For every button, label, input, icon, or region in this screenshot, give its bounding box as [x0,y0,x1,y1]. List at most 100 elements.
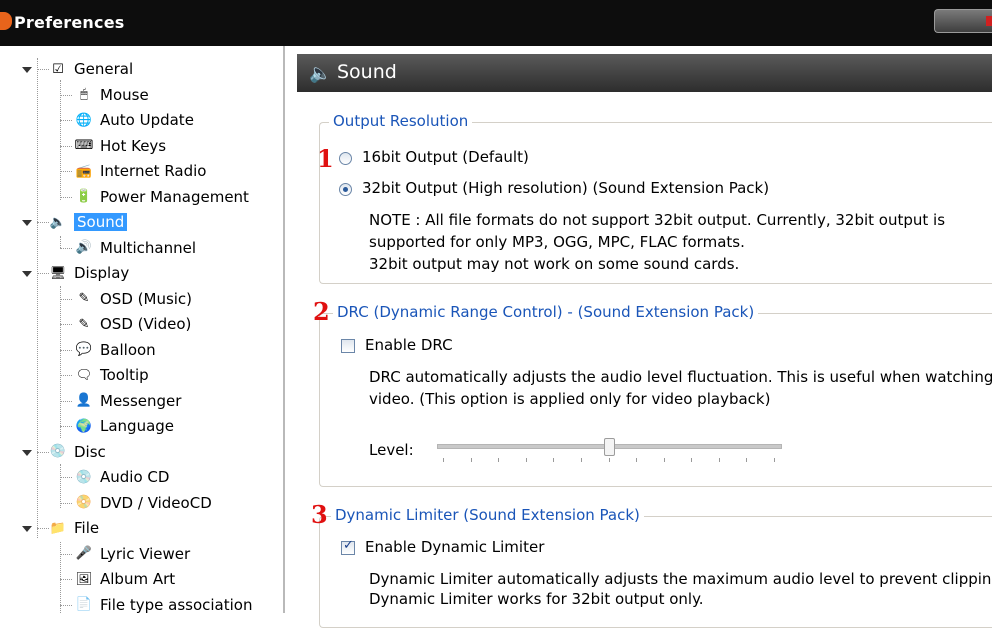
drc-level-label: Level: [369,441,414,459]
output-resolution-legend: Output Resolution [329,112,473,130]
messenger-icon: 👤 [75,393,93,408]
drc-description-1: DRC automatically adjusts the audio leve… [369,368,992,386]
tree-item-display[interactable]: 🖥 Display [48,262,130,284]
tree-item-power-management[interactable]: 🔋 Power Management [74,186,249,208]
title-bar: Preferences [0,0,992,46]
slider-tick [470,458,472,462]
drc-legend: DRC (Dynamic Range Control) - (Sound Ext… [333,303,759,321]
tree-connector [60,247,72,249]
tree-expander-icon[interactable] [22,220,32,226]
tree-item-file[interactable]: 📁 File [48,517,99,539]
tree-item-sound[interactable]: 🔈 Sound [48,211,128,233]
tree-item-internet-radio[interactable]: 📻 Internet Radio [74,160,207,182]
tree-item-label: Internet Radio [100,162,207,180]
radio-icon: 📻 [75,163,93,179]
tree-item-lyric-viewer[interactable]: 🎤 Lyric Viewer [74,543,190,565]
enable-dynamic-limiter-checkbox[interactable] [341,538,355,555]
tree-item-balloon[interactable]: 💬 Balloon [74,339,156,361]
tree-expander-icon[interactable] [22,67,32,73]
note-line-2: supported for only MP3, OGG, MPC, FLAC f… [369,233,745,251]
tree-connector [60,324,72,325]
tree-item-auto-update[interactable]: 🌐 Auto Update [74,109,194,131]
slider-tick [498,458,500,462]
enable-drc-label[interactable]: Enable DRC [365,336,453,354]
output-16bit-radio[interactable] [339,152,352,165]
mouse-icon: 🖱 [80,87,88,102]
tree-item-label: Tooltip [100,366,149,384]
slider-tick [691,458,693,462]
tree-connector [37,58,38,538]
slider-tick [608,458,610,462]
cd-icon: 💿 [75,469,93,485]
osd-icon: ✎ [78,291,90,306]
slider-tick [746,458,748,462]
tree-item-disc[interactable]: 💿 Disc [48,441,106,463]
lyric-icon: 🎤 [75,546,93,561]
tree-item-multichannel[interactable]: 🔊 Multichannel [74,237,196,259]
output-32bit-radio[interactable] [339,183,352,196]
tree-connector [60,502,72,504]
preferences-tree: ☑ General 🖱 Mouse 🌐 Auto Update ⌨ Hot Keys 📻 Inte… [0,46,285,616]
tree-item-general[interactable]: ☑ General [48,58,133,80]
enable-drc-checkbox[interactable] [341,339,355,353]
tree-item-messenger[interactable]: 👤 Messenger [74,390,182,412]
tree-item-mouse[interactable]: 🖱 Mouse [74,84,149,106]
note-line-3: 32bit output may not work on some sound … [369,255,740,273]
tree-connector [60,400,72,402]
marker-2: 2 [313,297,330,326]
tree-connector [60,477,72,478]
tree-item-audio-cd[interactable]: 💿 Audio CD [74,466,170,488]
tree-connector [60,604,72,606]
tree-connector [60,464,61,508]
tooltip-icon: 🗨 [75,367,93,383]
speaker-icon: 🔈 [309,63,332,84]
tree-item-label: Disc [74,442,106,461]
tree-item-album-art[interactable]: 🖼 Album Art [74,568,175,590]
speaker-icon: 🔈 [49,214,67,230]
enable-dynamic-limiter-label[interactable]: Enable Dynamic Limiter [365,538,544,556]
app-logo-icon [0,12,12,30]
dynamic-limiter-legend: Dynamic Limiter (Sound Extension Pack) [331,506,644,524]
tree-item-label: File [74,519,100,537]
tree-item-dvd-videocd[interactable]: 📀 DVD / VideoCD [74,492,212,514]
tree-item-label: OSD (Music) [100,289,193,308]
tree-connector [60,298,72,300]
close-button[interactable] [934,9,992,33]
tree-item-hot-keys[interactable]: ⌨ Hot Keys [74,135,167,157]
file-icon: 📁 [49,520,67,536]
output-32bit-label[interactable]: 32bit Output (High resolution) (Sound Ex… [362,179,769,197]
slider-tick [525,458,527,462]
tree-item-label: Balloon [100,340,156,359]
output-16bit-label[interactable]: 16bit Output (Default) [362,148,529,166]
tree-item-file-type-association[interactable]: 📄 File type association [74,594,253,616]
tree-connector [60,236,61,248]
drc-level-slider[interactable] [437,438,782,466]
slider-tick [718,458,720,462]
tree-connector [60,94,72,96]
tree-item-label: Language [100,417,175,435]
tree-item-label: Mouse [100,85,149,104]
tree-item-label: Hot Keys [100,136,167,155]
filetype-icon: 📄 [75,597,93,612]
panel-header: 🔈 Sound [297,54,992,92]
tree-item-label: Audio CD [100,468,170,486]
tree-item-osd-video[interactable]: ✎ OSD (Video) [74,313,192,335]
speakers-icon: 🔊 [75,240,93,255]
tree-item-label: OSD (Video) [100,315,192,333]
language-icon: 🌍 [75,418,93,434]
slider-tick [553,458,555,462]
tree-item-osd-music[interactable]: ✎ OSD (Music) [74,288,192,310]
tree-item-label: Messenger [100,391,182,410]
tree-connector [60,426,72,427]
tree-item-language[interactable]: 🌍 Language [74,415,174,437]
tree-item-tooltip[interactable]: 🗨 Tooltip [74,364,149,386]
tree-expander-icon[interactable] [22,526,32,532]
tree-expander-icon[interactable] [22,271,32,277]
tree-item-label: Power Management [100,187,249,206]
tree-item-label: Auto Update [100,111,194,129]
sound-settings-panel: 🔈 Sound Output Resolution 1 16bit Output… [297,54,992,628]
album-icon: 🖼 [75,571,93,587]
tree-item-label: File type association [100,595,253,614]
tree-expander-icon[interactable] [22,449,32,456]
slider-thumb[interactable] [603,438,615,456]
